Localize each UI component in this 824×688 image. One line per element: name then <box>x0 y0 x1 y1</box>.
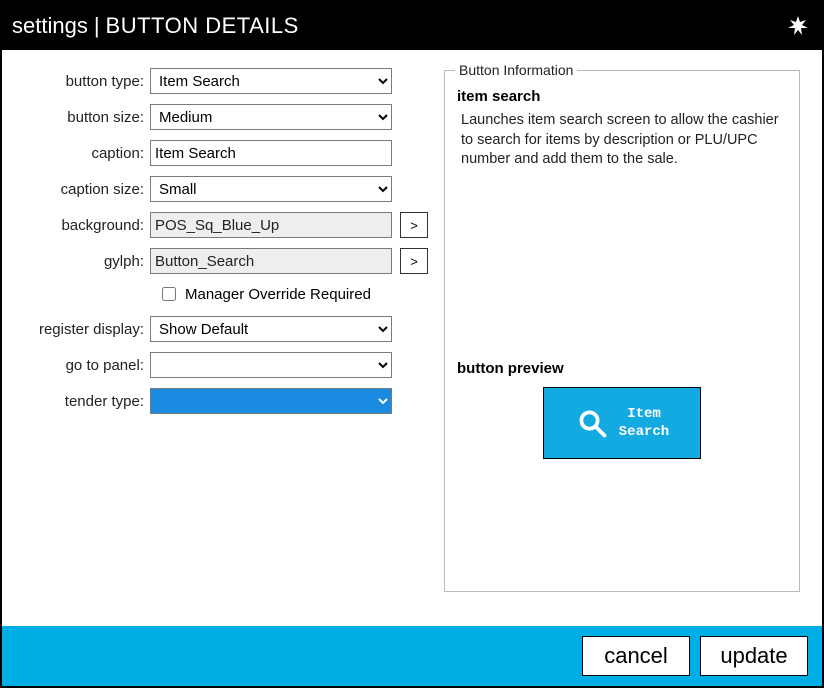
glyph-input <box>150 248 392 274</box>
update-button[interactable]: update <box>700 636 808 676</box>
register-display-select[interactable]: Show Default <box>150 316 392 342</box>
header-title-right: BUTTON DETAILS <box>106 13 299 39</box>
button-information-panel: Button Information item search Launches … <box>444 62 800 592</box>
caption-size-label: caption size: <box>22 181 150 198</box>
header-separator: | <box>94 13 100 39</box>
button-type-select[interactable]: Item Search <box>150 68 392 94</box>
info-title: item search <box>457 88 789 105</box>
background-picker-button[interactable]: > <box>400 212 428 238</box>
button-size-select[interactable]: Medium <box>150 104 392 130</box>
background-label: background: <box>22 217 150 234</box>
button-preview-label: button preview <box>457 360 789 377</box>
tender-type-select[interactable] <box>150 388 392 414</box>
caption-label: caption: <box>22 145 150 162</box>
tender-type-label: tender type: <box>22 393 150 410</box>
button-preview: Item Search <box>543 387 701 459</box>
header-title-left: settings <box>12 13 88 39</box>
cancel-button[interactable]: cancel <box>582 636 690 676</box>
search-icon <box>575 406 609 440</box>
glyph-label: gylph: <box>22 253 150 270</box>
caption-input[interactable] <box>150 140 392 166</box>
go-to-panel-label: go to panel: <box>22 357 150 374</box>
manager-override-label: Manager Override Required <box>185 286 371 303</box>
go-to-panel-select[interactable] <box>150 352 392 378</box>
glyph-picker-button[interactable]: > <box>400 248 428 274</box>
button-preview-text: Item Search <box>619 405 669 441</box>
button-information-legend: Button Information <box>455 62 577 78</box>
app-icon <box>784 12 812 40</box>
background-input <box>150 212 392 238</box>
button-type-label: button type: <box>22 73 150 90</box>
register-display-label: register display: <box>22 321 150 338</box>
form-panel: button type: Item Search button size: Me… <box>22 68 428 616</box>
button-size-label: button size: <box>22 109 150 126</box>
caption-size-select[interactable]: Small <box>150 176 392 202</box>
info-description: Launches item search screen to allow the… <box>461 111 787 170</box>
manager-override-checkbox[interactable] <box>162 287 176 301</box>
footer-bar: cancel update <box>2 626 822 686</box>
window-header: settings | BUTTON DETAILS <box>2 2 822 50</box>
